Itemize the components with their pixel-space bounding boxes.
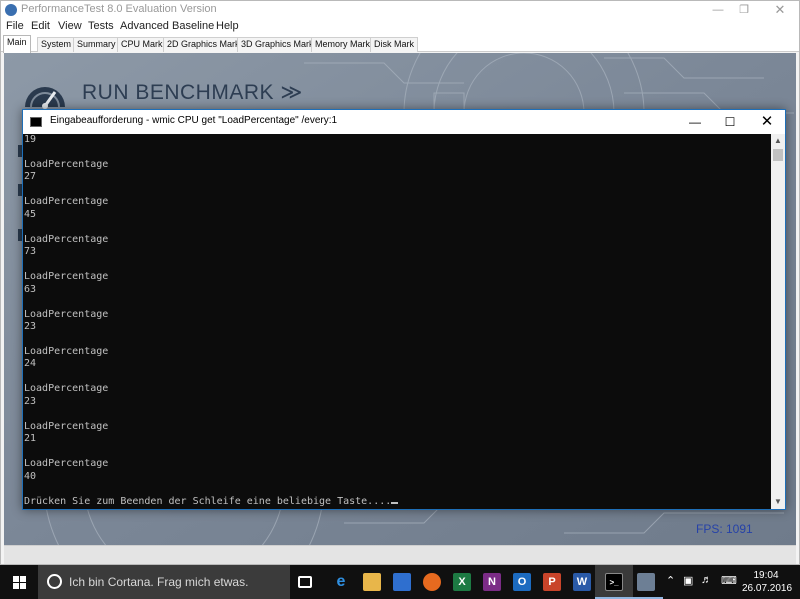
file-explorer-icon[interactable]: [363, 573, 381, 591]
console-line: 45: [24, 208, 37, 220]
command-prompt-window: Eingabeaufforderung - wmic CPU get "Load…: [22, 109, 786, 510]
pt-tab-bar: Main System Summary CPU Mark 2D Graphics…: [1, 35, 799, 53]
firefox-icon[interactable]: [423, 573, 441, 591]
onenote-icon[interactable]: N: [483, 573, 501, 591]
tab-2d-graphics-mark[interactable]: 2D Graphics Mark: [163, 37, 244, 52]
console-line: LoadPercentage: [24, 196, 109, 208]
menu-help[interactable]: Help: [216, 20, 239, 32]
scroll-up-arrow-icon[interactable]: ▲: [771, 134, 785, 148]
taskbar-clock[interactable]: 19:04 26.07.2016: [742, 569, 793, 595]
fps-counter: FPS: 1091: [696, 522, 753, 536]
pt-restore-button[interactable]: ❐: [729, 1, 759, 19]
console-line: LoadPercentage: [24, 345, 109, 357]
console-line: 23: [24, 395, 37, 407]
console-cursor: [391, 501, 399, 504]
pt-menu-bar: File Edit View Tests Advanced Baseline H…: [1, 19, 799, 36]
start-button[interactable]: [0, 565, 38, 599]
tab-disk-mark[interactable]: Disk Mark: [370, 37, 418, 52]
cortana-placeholder: Ich bin Cortana. Frag mich etwas.: [69, 575, 249, 589]
console-line: 63: [24, 283, 37, 295]
word-icon[interactable]: W: [573, 573, 591, 591]
tab-summary[interactable]: Summary: [73, 37, 120, 52]
tab-main[interactable]: Main: [3, 35, 31, 53]
tab-cpu-mark[interactable]: CPU Mark: [117, 37, 167, 52]
clock-time: 19:04: [753, 570, 779, 581]
store-icon[interactable]: [393, 573, 411, 591]
cmd-minimize-button[interactable]: —: [678, 110, 712, 134]
console-line: LoadPercentage: [24, 158, 109, 170]
console-output[interactable]: 19 LoadPercentage 27 LoadPercentage 45 LoadPe…: [23, 134, 771, 509]
powerpoint-icon[interactable]: P: [543, 573, 561, 591]
menu-file[interactable]: File: [6, 20, 24, 32]
outlook-icon[interactable]: O: [513, 573, 531, 591]
tray-overflow-chevron-icon[interactable]: ⌃: [666, 574, 675, 587]
console-line: LoadPercentage: [24, 420, 109, 432]
tab-3d-graphics-mark[interactable]: 3D Graphics Mark: [237, 37, 318, 52]
excel-icon[interactable]: X: [453, 573, 471, 591]
pt-status-bar: [4, 545, 796, 564]
cmd-window-title: Eingabeaufforderung - wmic CPU get "Load…: [50, 115, 338, 126]
console-line: LoadPercentage: [24, 271, 109, 283]
keyboard-icon[interactable]: ⌨: [721, 574, 737, 587]
cortana-icon: [47, 574, 62, 589]
cmd-title-bar[interactable]: Eingabeaufforderung - wmic CPU get "Load…: [23, 110, 785, 134]
menu-view[interactable]: View: [58, 20, 82, 32]
console-line: 19: [24, 134, 37, 145]
console-line: LoadPercentage: [24, 383, 109, 395]
console-line: 27: [24, 171, 37, 183]
menu-edit[interactable]: Edit: [31, 20, 50, 32]
cmd-maximize-button[interactable]: ☐: [713, 110, 747, 134]
menu-tests[interactable]: Tests: [88, 20, 114, 32]
pt-close-button[interactable]: ✕: [765, 1, 795, 19]
windows-logo-icon: [13, 576, 26, 589]
console-line: LoadPercentage: [24, 458, 109, 470]
network-icon[interactable]: ▣: [683, 574, 693, 587]
cmd-close-button[interactable]: ✕: [750, 110, 784, 134]
scroll-thumb[interactable]: [773, 149, 783, 161]
console-line: 40: [24, 470, 37, 482]
tab-memory-mark[interactable]: Memory Mark: [311, 37, 375, 52]
console-line: 73: [24, 246, 37, 258]
clock-date: 26.07.2016: [742, 583, 793, 594]
console-line: Drücken Sie zum Beenden der Schleife ein…: [24, 496, 771, 508]
console-line: 24: [24, 358, 37, 370]
taskbar: Ich bin Cortana. Frag mich etwas. e X N …: [0, 565, 800, 599]
command-prompt-taskbar-icon[interactable]: >_: [605, 573, 623, 591]
pt-title-bar: PerformanceTest 8.0 Evaluation Version —…: [1, 1, 799, 19]
run-benchmark-button[interactable]: RUN BENCHMARK ≫: [82, 80, 303, 105]
edge-icon[interactable]: e: [332, 573, 350, 591]
menu-baseline[interactable]: Baseline: [172, 20, 214, 32]
pt-window-title: PerformanceTest 8.0 Evaluation Version: [21, 3, 217, 15]
performancetest-taskbar-icon[interactable]: [637, 573, 655, 591]
cmd-scrollbar[interactable]: ▲ ▼: [771, 134, 785, 509]
volume-icon[interactable]: ♬: [701, 574, 712, 586]
task-view-icon[interactable]: [298, 576, 312, 588]
scroll-down-arrow-icon[interactable]: ▼: [771, 495, 785, 509]
console-line: 23: [24, 321, 37, 333]
menu-advanced[interactable]: Advanced: [120, 20, 169, 32]
console-line: 21: [24, 433, 37, 445]
speedometer-icon: [25, 87, 65, 109]
performancetest-app-icon: [5, 4, 17, 16]
console-line: LoadPercentage: [24, 308, 109, 320]
cortana-search-box[interactable]: Ich bin Cortana. Frag mich etwas.: [38, 565, 290, 599]
command-prompt-icon: [30, 117, 42, 127]
tab-system[interactable]: System: [37, 37, 76, 52]
console-line: LoadPercentage: [24, 233, 109, 245]
